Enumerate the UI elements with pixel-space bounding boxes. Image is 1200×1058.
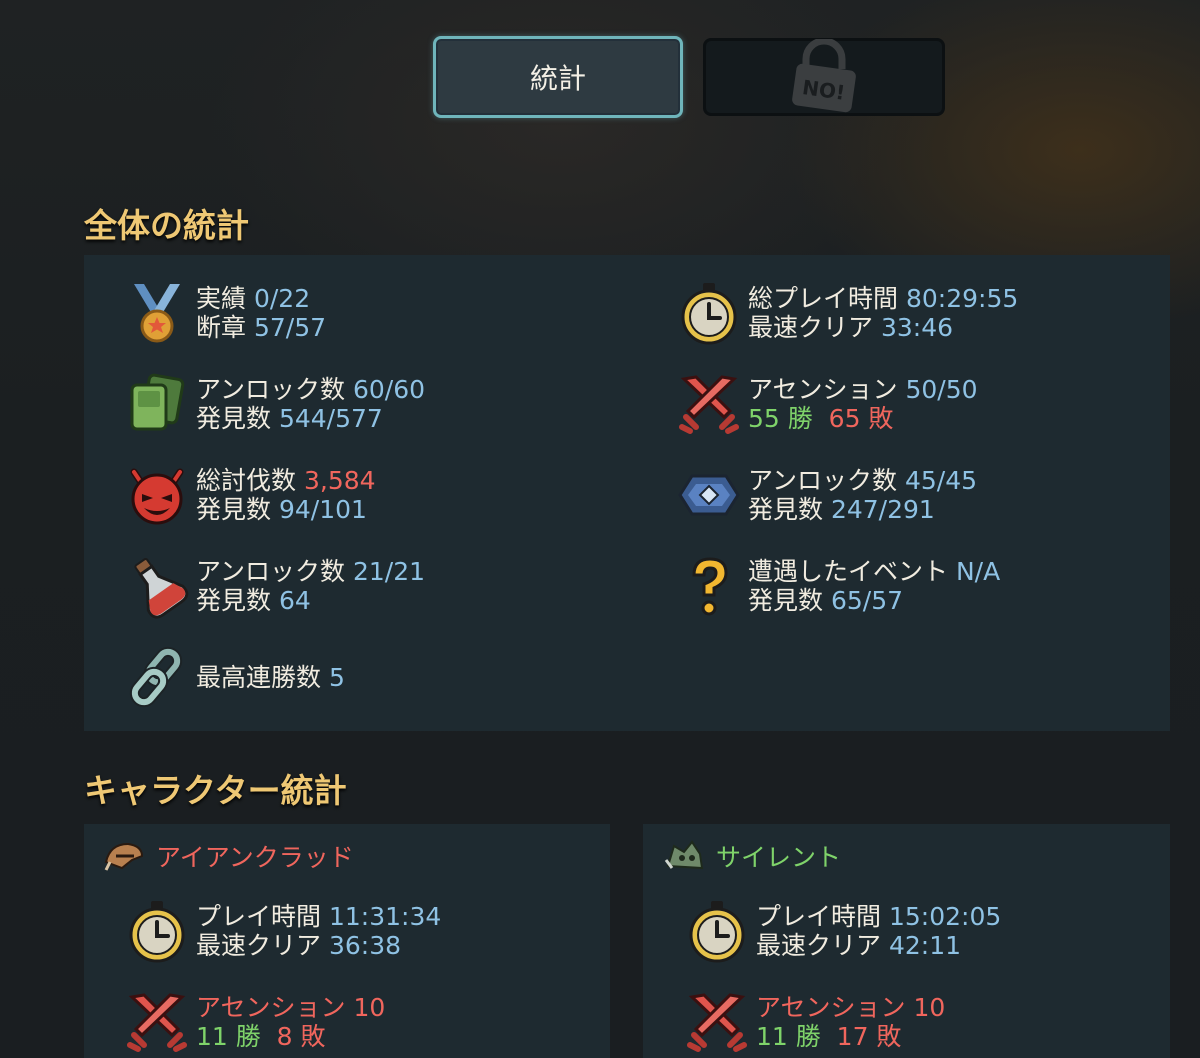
total-kills-label: 総討伐数 xyxy=(196,466,297,495)
cards-discovered-value: 544/577 xyxy=(278,404,383,433)
total-kills-value: 3,584 xyxy=(303,466,376,495)
ironclad-playtime: プレイ時間 11:31:34 最速クリア 36:38 xyxy=(124,898,441,964)
events-discovered-value: 65/57 xyxy=(830,586,904,615)
achievements-value: 0/22 xyxy=(253,284,311,313)
silent-fastest-label: 最速クリア xyxy=(756,931,882,960)
relics-unlocked-value: 45/45 xyxy=(904,466,978,495)
potions-discovered-label: 発見数 xyxy=(196,586,272,615)
wins-value: 55 勝 xyxy=(748,404,813,433)
silent-skull-icon xyxy=(664,840,704,870)
monsters-discovered-label: 発見数 xyxy=(196,495,272,524)
ironclad-fastest-label: 最速クリア xyxy=(196,931,322,960)
potion-icon xyxy=(124,553,190,619)
stopwatch-icon xyxy=(684,898,750,964)
relics-discovered-label: 発見数 xyxy=(748,495,824,524)
silent-playtime-value: 15:02:05 xyxy=(888,902,1002,931)
ironclad-ascension-value: 10 xyxy=(353,993,386,1022)
tab-locked[interactable]: NO! xyxy=(703,38,945,116)
events-discovered-label: 発見数 xyxy=(748,586,824,615)
stopwatch-icon xyxy=(676,280,742,346)
crossed-swords-icon xyxy=(684,989,750,1055)
ironclad-ascension-label: アセンション xyxy=(196,993,346,1022)
padlock-icon: NO! xyxy=(792,39,856,113)
tab-statistics[interactable]: 統計 xyxy=(433,36,683,118)
relics-unlocked-label: アンロック数 xyxy=(748,466,898,495)
cards-discovered-label: 発見数 xyxy=(196,404,272,433)
silent-wins: 11 勝 xyxy=(756,1022,821,1051)
character-stats-title: キャラクター統計 xyxy=(84,771,347,810)
total-playtime-value: 80:29:55 xyxy=(905,284,1019,313)
medal-icon xyxy=(124,280,190,346)
overall-stats-title: 全体の統計 xyxy=(84,206,249,245)
potions-unlocked-value: 21/21 xyxy=(352,557,426,586)
potions-discovered-value: 64 xyxy=(278,586,311,615)
stat-achievements: 実績 0/22 断章 57/57 xyxy=(124,280,326,346)
stat-relics: アンロック数 45/45 発見数 247/291 xyxy=(676,462,977,528)
ironclad-playtime-value: 11:31:34 xyxy=(328,902,442,931)
silent-fastest-value: 42:11 xyxy=(888,931,962,960)
stat-playtime: 総プレイ時間 80:29:55 最速クリア 33:46 xyxy=(676,280,1018,346)
ironclad-losses: 8 敗 xyxy=(276,1022,326,1051)
character-name-ironclad: アイアンクラッド xyxy=(156,843,354,872)
ironclad-wins: 11 勝 xyxy=(196,1022,261,1051)
cards-unlocked-value: 60/60 xyxy=(352,375,426,404)
demon-face-icon xyxy=(124,462,190,528)
character-header-silent: サイレント xyxy=(662,838,841,874)
stat-events: 遭遇したイベント N/A 発見数 65/57 xyxy=(676,553,1000,619)
character-header-ironclad: アイアンクラッド xyxy=(102,838,354,874)
tab-statistics-label: 統計 xyxy=(529,62,586,95)
character-name-silent: サイレント xyxy=(716,843,842,872)
fastest-clear-label: 最速クリア xyxy=(748,313,874,342)
silent-playtime: プレイ時間 15:02:05 最速クリア 42:11 xyxy=(684,898,1001,964)
fragments-label: 断章 xyxy=(196,313,247,342)
stat-best-streak: 最高連勝数 5 xyxy=(124,644,345,710)
ironclad-helmet-icon xyxy=(104,842,144,871)
relics-discovered-value: 247/291 xyxy=(830,495,935,524)
silent-ascension-label: アセンション xyxy=(756,993,906,1022)
best-streak-value: 5 xyxy=(328,662,345,692)
stopwatch-icon xyxy=(124,898,190,964)
stat-potions: アンロック数 21/21 発見数 64 xyxy=(124,553,425,619)
monsters-discovered-value: 94/101 xyxy=(278,495,367,524)
total-playtime-label: 総プレイ時間 xyxy=(748,284,899,313)
ascension-value: 50/50 xyxy=(905,375,978,404)
achievements-label: 実績 xyxy=(196,284,247,313)
cards-icon xyxy=(124,371,190,437)
cards-unlocked-label: アンロック数 xyxy=(196,375,346,404)
relic-gem-icon xyxy=(676,462,742,528)
stat-ascension: アセンション 50/50 55 勝 65 敗 xyxy=(676,371,978,437)
stat-kills: 総討伐数 3,584 発見数 94/101 xyxy=(124,462,376,528)
ascension-label: アセンション xyxy=(748,375,898,404)
ironclad-playtime-label: プレイ時間 xyxy=(196,902,322,931)
question-mark-icon xyxy=(676,553,742,619)
silent-ascension: アセンション 10 11 勝 17 敗 xyxy=(684,989,945,1055)
stat-cards: アンロック数 60/60 発見数 544/577 xyxy=(124,371,425,437)
ironclad-fastest-value: 36:38 xyxy=(328,931,402,960)
losses-value: 65 敗 xyxy=(828,404,894,433)
silent-losses: 17 敗 xyxy=(836,1022,902,1051)
events-encountered-label: 遭遇したイベント xyxy=(748,557,949,586)
chain-link-icon xyxy=(124,644,190,710)
best-streak-label: 最高連勝数 xyxy=(196,662,322,692)
ironclad-ascension: アセンション 10 11 勝 8 敗 xyxy=(124,989,385,1055)
silent-ascension-value: 10 xyxy=(913,993,946,1022)
events-encountered-value: N/A xyxy=(955,557,1001,586)
crossed-swords-icon xyxy=(676,371,742,437)
fragments-value: 57/57 xyxy=(253,313,327,342)
fastest-clear-value: 33:46 xyxy=(880,313,954,342)
silent-playtime-label: プレイ時間 xyxy=(756,902,882,931)
crossed-swords-icon xyxy=(124,989,190,1055)
potions-unlocked-label: アンロック数 xyxy=(196,557,346,586)
